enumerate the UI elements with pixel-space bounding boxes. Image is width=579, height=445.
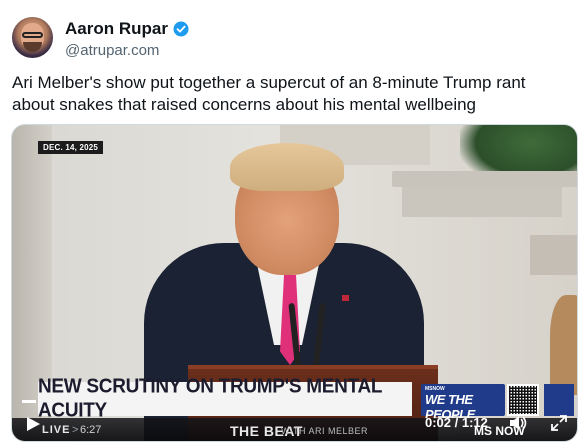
play-icon xyxy=(27,417,40,431)
fullscreen-button[interactable] xyxy=(550,414,568,432)
speaker-hair xyxy=(230,143,344,191)
verified-icon xyxy=(173,21,189,37)
progress-bar[interactable] xyxy=(22,400,36,403)
avatar-glasses xyxy=(22,32,43,38)
author-name[interactable]: Aaron Rupar xyxy=(65,19,168,39)
post-text: Ari Melber's show put together a supercu… xyxy=(12,73,526,114)
post: Aaron Rupar @atrupar.com Ari Melber's sh… xyxy=(0,0,579,445)
avatar-beard xyxy=(23,42,42,52)
player-controls: 0:02 / 1:12 xyxy=(12,400,577,441)
flag-pin xyxy=(342,295,349,301)
volume-icon xyxy=(510,416,527,430)
video-player[interactable]: DEC. 14, 2025 NEW SCRUTINY ON TRUMP'S ME… xyxy=(11,124,578,442)
play-button[interactable] xyxy=(24,415,42,433)
video-frame-bystander xyxy=(550,295,577,395)
video-frame-mantle-lower xyxy=(402,187,562,217)
author-handle[interactable]: @atrupar.com xyxy=(65,42,159,59)
author-name-row: Aaron Rupar xyxy=(65,19,189,39)
video-frame-mantle xyxy=(392,171,577,187)
time-readout: 0:02 / 1:12 xyxy=(425,415,488,430)
date-badge: DEC. 14, 2025 xyxy=(38,141,104,154)
avatar[interactable] xyxy=(12,17,53,58)
video-frame-column xyxy=(530,235,577,275)
volume-button[interactable] xyxy=(508,414,528,432)
fullscreen-icon xyxy=(551,415,567,431)
